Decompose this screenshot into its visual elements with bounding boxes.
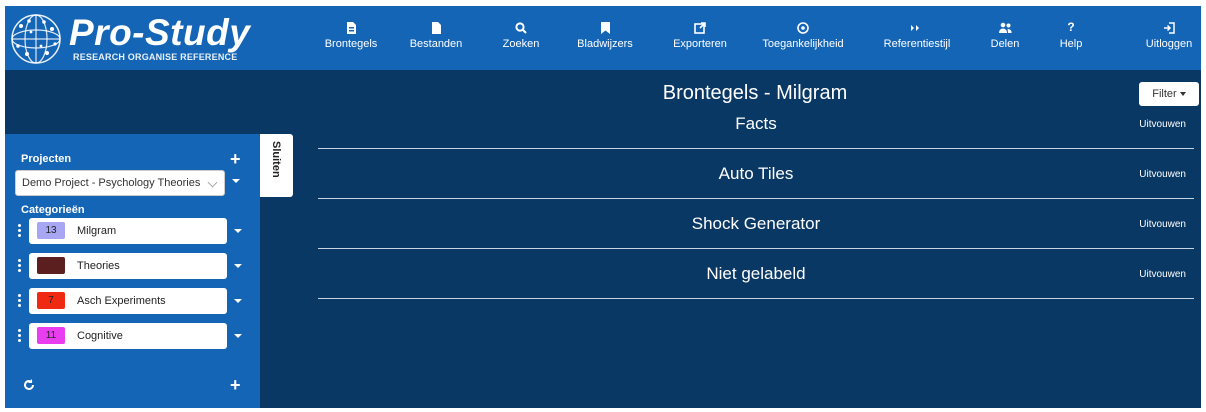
category-row: 13 Milgram xyxy=(5,218,260,244)
nav-uitloggen[interactable]: Uitloggen xyxy=(1139,18,1199,58)
bookmark-icon xyxy=(575,18,635,36)
expand-button[interactable]: Uitvouwen xyxy=(1139,269,1186,280)
category-name: Milgram xyxy=(77,225,117,237)
logo-title: Pro-Study xyxy=(69,12,251,53)
file-icon xyxy=(405,18,467,36)
nav-label: Zoeken xyxy=(502,38,540,50)
category-options-button[interactable] xyxy=(234,299,242,303)
export-icon xyxy=(669,18,731,36)
nav-bestanden[interactable]: Bestanden xyxy=(405,18,467,58)
nav-label: Bestanden xyxy=(409,38,463,50)
nav-toegankelijkheid[interactable]: Toegankelijkheid xyxy=(760,18,846,58)
chevron-down-icon xyxy=(207,177,218,188)
nav-referentiestijl[interactable]: Referentiestijl xyxy=(881,18,953,58)
category-name: Asch Experiments xyxy=(77,295,166,307)
accessibility-icon xyxy=(760,18,846,36)
close-sidebar-tab[interactable]: Sluiten xyxy=(260,134,293,197)
projects-heading: Projecten xyxy=(21,153,72,165)
category-item-cognitive[interactable]: 11 Cognitive xyxy=(29,323,227,349)
category-count-badge: 6 xyxy=(37,257,65,274)
nav-label: Uitloggen xyxy=(1145,38,1193,50)
category-options-button[interactable] xyxy=(234,264,242,268)
project-options-button[interactable] xyxy=(232,179,240,183)
group-title: Facts xyxy=(735,114,777,133)
nav-label: Bladwijzers xyxy=(577,38,633,50)
users-icon xyxy=(982,18,1028,36)
tile-group-auto-tiles: Auto Tiles Uitvouwen xyxy=(318,149,1194,199)
quote-icon xyxy=(881,18,953,36)
expand-button[interactable]: Uitvouwen xyxy=(1139,169,1186,180)
nav-bladwijzers[interactable]: Bladwijzers xyxy=(575,18,635,58)
search-icon xyxy=(498,18,544,36)
category-count-badge: 7 xyxy=(37,292,65,309)
category-item-asch-experiments[interactable]: 7 Asch Experiments xyxy=(29,288,227,314)
logout-icon xyxy=(1139,18,1199,36)
app-window: Pro-Study RESEARCH ORGANISE REFERENCE Br… xyxy=(5,6,1201,408)
refresh-icon[interactable] xyxy=(23,378,35,395)
category-name: Cognitive xyxy=(77,330,123,342)
logo-subtitle: RESEARCH ORGANISE REFERENCE xyxy=(73,52,238,62)
category-row: 11 Cognitive xyxy=(5,323,260,349)
tiles-icon xyxy=(321,18,381,36)
tile-group-niet-gelabeld: Niet gelabeld Uitvouwen xyxy=(318,249,1194,299)
globe-icon xyxy=(11,14,61,64)
top-navigation-bar: Pro-Study RESEARCH ORGANISE REFERENCE Br… xyxy=(5,6,1201,70)
nav-zoeken[interactable]: Zoeken xyxy=(498,18,544,58)
nav-label: Toegankelijkheid xyxy=(762,38,844,50)
nav-label: Brontegels xyxy=(324,38,378,50)
group-title: Niet gelabeld xyxy=(706,264,806,283)
category-row: 7 Asch Experiments xyxy=(5,288,260,314)
group-title: Shock Generator xyxy=(691,214,821,233)
nav-delen[interactable]: Delen xyxy=(982,18,1028,58)
tile-group-facts: Facts Uitvouwen xyxy=(318,99,1194,149)
add-project-button[interactable]: + xyxy=(230,150,241,168)
category-options-button[interactable] xyxy=(234,334,242,338)
help-icon: ? xyxy=(1067,20,1075,34)
category-item-milgram[interactable]: 13 Milgram xyxy=(29,218,227,244)
nav-label: Referentiestijl xyxy=(883,38,951,50)
nav-brontegels[interactable]: Brontegels xyxy=(321,18,381,58)
drag-handle-icon[interactable] xyxy=(18,259,22,274)
category-count-badge: 11 xyxy=(37,327,65,344)
category-row: 6 Theories xyxy=(5,253,260,279)
nav-label: Delen xyxy=(990,38,1020,50)
category-count-badge: 13 xyxy=(37,222,65,239)
logo[interactable]: Pro-Study RESEARCH ORGANISE REFERENCE xyxy=(9,10,259,66)
caret-down-icon xyxy=(1179,92,1186,97)
expand-button[interactable]: Uitvouwen xyxy=(1139,219,1186,230)
expand-button[interactable]: Uitvouwen xyxy=(1139,119,1186,130)
selected-project: Demo Project - Psychology Theories xyxy=(22,177,201,189)
drag-handle-icon[interactable] xyxy=(18,224,22,239)
add-category-button[interactable]: + xyxy=(230,376,241,394)
close-sidebar-label: Sluiten xyxy=(270,141,282,178)
nav-help[interactable]: ? Help xyxy=(1053,18,1089,58)
drag-handle-icon[interactable] xyxy=(18,294,22,309)
tile-group-shock-generator: Shock Generator Uitvouwen xyxy=(318,199,1194,249)
group-title: Auto Tiles xyxy=(718,164,794,183)
nav-label: Exporteren xyxy=(673,38,727,50)
nav-label: Help xyxy=(1059,38,1083,50)
categories-heading: Categorieën xyxy=(21,204,85,216)
category-name: Theories xyxy=(77,260,120,272)
drag-handle-icon[interactable] xyxy=(18,329,22,344)
sidebar: Projecten + Demo Project - Psychology Th… xyxy=(5,134,260,408)
nav-exporteren[interactable]: Exporteren xyxy=(669,18,731,58)
category-item-theories[interactable]: 6 Theories xyxy=(29,253,227,279)
project-select[interactable]: Demo Project - Psychology Theories xyxy=(15,170,225,196)
category-options-button[interactable] xyxy=(234,229,242,233)
